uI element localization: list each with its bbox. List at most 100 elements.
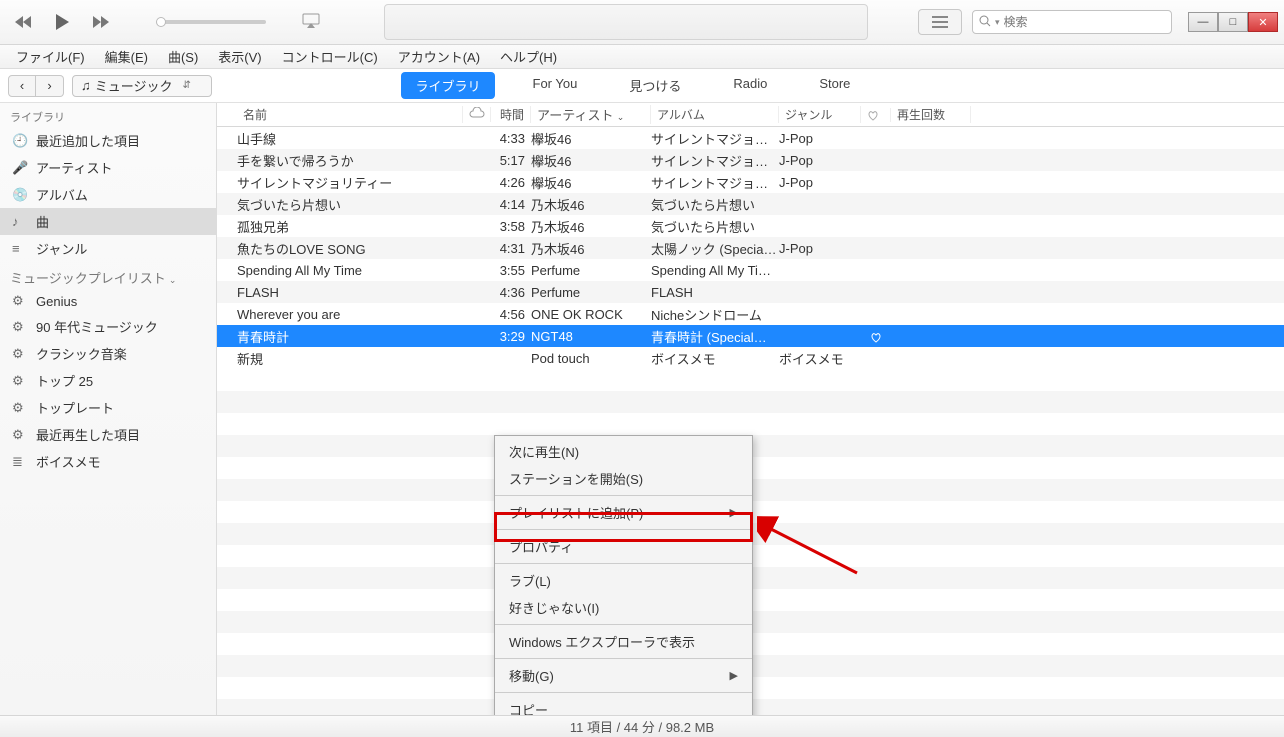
sidebar-header-playlists: ミュージックプレイリスト ⌄ <box>0 262 216 289</box>
ctx-次に再生(N)[interactable]: 次に再生(N) <box>495 438 752 465</box>
ctx-Windows エクスプローラで表示[interactable]: Windows エクスプローラで表示 <box>495 628 752 655</box>
dropdown-caret-icon: ▾ <box>995 17 1000 28</box>
sidebar-header-library: ライブラリ <box>0 103 216 127</box>
now-playing-display <box>384 4 868 40</box>
table-row[interactable]: FLASH4:36PerfumeFLASH <box>217 281 1284 303</box>
table-row[interactable]: サイレントマジョリティー4:26欅坂46サイレントマジョリティ…J-Pop <box>217 171 1284 193</box>
col-artist[interactable]: アーティスト ⌄ <box>531 105 651 124</box>
sidebar-item-曲[interactable]: ♪曲 <box>0 208 216 235</box>
music-icon: ♫ <box>81 78 91 93</box>
sidebar-item-クラシック音楽[interactable]: ⚙クラシック音楽 <box>0 340 216 367</box>
sidebar-item-アルバム[interactable]: 💿アルバム <box>0 181 216 208</box>
menu-ヘルプ(H)[interactable]: ヘルプ(H) <box>492 45 565 68</box>
ctx-移動(G)[interactable]: 移動(G)▶ <box>495 662 752 689</box>
play-controls <box>0 12 334 32</box>
table-row[interactable]: 手を繋いで帰ろうか5:17欅坂46サイレントマジョリティ…J-Pop <box>217 149 1284 171</box>
ctx-プレイリストに追加(P)[interactable]: プレイリストに追加(P)▶ <box>495 499 752 526</box>
prev-button[interactable] <box>14 12 34 32</box>
table-row[interactable]: 新規Pod touchボイスメモボイスメモ <box>217 347 1284 369</box>
tab-見つける[interactable]: 見つける <box>615 72 695 99</box>
menu-表示(V)[interactable]: 表示(V) <box>210 45 269 68</box>
list-icon: ≣ <box>12 454 28 470</box>
sidebar-item-最近追加した項目[interactable]: 🕘最近追加した項目 <box>0 127 216 154</box>
table-row[interactable]: 山手線4:33欅坂46サイレントマジョリティ…J-Pop <box>217 127 1284 149</box>
empty-row <box>217 369 1284 391</box>
menu-編集(E)[interactable]: 編集(E) <box>97 45 156 68</box>
table-row[interactable]: Spending All My Time3:55PerfumeSpending … <box>217 259 1284 281</box>
tab-ライブラリ[interactable]: ライブラリ <box>401 72 494 99</box>
note-icon: ♪ <box>12 214 28 229</box>
chevron-down-icon: ⌄ <box>169 275 177 285</box>
window-buttons: — □ ✕ <box>1188 12 1278 32</box>
menu-separator <box>495 529 752 530</box>
sidebar-item-ジャンル[interactable]: ≡ジャンル <box>0 235 216 262</box>
context-menu: 次に再生(N)ステーションを開始(S) プレイリストに追加(P)▶ プロパティラブ(… <box>494 435 753 715</box>
menu-separator <box>495 624 752 625</box>
gear-icon: ⚙ <box>12 373 28 389</box>
col-cloud[interactable] <box>463 107 491 122</box>
menu-コントロール(C)[interactable]: コントロール(C) <box>274 45 386 68</box>
sidebar: ライブラリ 🕘最近追加した項目🎤アーティスト💿アルバム♪曲≡ジャンル ミュージッ… <box>0 103 217 715</box>
search-input[interactable] <box>1004 15 1165 29</box>
table-row[interactable]: 孤独兄弟3:58乃木坂46気づいたら片想い <box>217 215 1284 237</box>
volume-slider[interactable] <box>156 20 266 24</box>
ctx-好きじゃない(I)[interactable]: 好きじゃない(I) <box>495 594 752 621</box>
col-name[interactable]: 名前 <box>237 106 463 123</box>
song-rows: 山手線4:33欅坂46サイレントマジョリティ…J-Pop手を繋いで帰ろうか5:1… <box>217 127 1284 369</box>
col-time[interactable]: 時間 <box>491 106 531 123</box>
airplay-icon[interactable] <box>302 13 320 32</box>
ctx-コピー[interactable]: コピー <box>495 696 752 715</box>
nav-forward-button[interactable]: › <box>36 75 64 97</box>
chevron-right-icon: ▶ <box>730 669 738 682</box>
col-genre[interactable]: ジャンル <box>779 106 861 123</box>
navigation-row: ‹ › ♫ ミュージック ⇵ ライブラリ For You 見つける Radio Stor… <box>0 69 1284 103</box>
ctx-ラブ(L)[interactable]: ラブ(L) <box>495 567 752 594</box>
close-button[interactable]: ✕ <box>1248 12 1278 32</box>
menu-separator <box>495 495 752 496</box>
maximize-button[interactable]: □ <box>1218 12 1248 32</box>
sidebar-item-Genius[interactable]: ⚙Genius <box>0 289 216 313</box>
menu-separator <box>495 658 752 659</box>
mic-icon: 🎤 <box>12 160 28 176</box>
sidebar-item-トップレート[interactable]: ⚙トップレート <box>0 394 216 421</box>
empty-row <box>217 391 1284 413</box>
gear-icon: ⚙ <box>12 319 28 335</box>
col-plays[interactable]: 再生回数 <box>891 106 971 123</box>
nav-arrows: ‹ › <box>8 75 64 97</box>
table-row[interactable]: 魚たちのLOVE SONG4:31乃木坂46太陽ノック (Special…J-P… <box>217 237 1284 259</box>
table-row[interactable]: Wherever you are4:56ONE OK ROCKNicheシンドロ… <box>217 303 1284 325</box>
chevron-right-icon: ▶ <box>730 506 738 519</box>
ctx-ステーションを開始(S)[interactable]: ステーションを開始(S) <box>495 465 752 492</box>
search-box[interactable]: ▾ <box>972 10 1172 34</box>
minimize-button[interactable]: — <box>1188 12 1218 32</box>
media-type-selector[interactable]: ♫ ミュージック ⇵ <box>72 75 212 97</box>
chevron-updown-icon: ⇵ <box>183 80 191 91</box>
tab-Radio[interactable]: Radio <box>719 72 781 99</box>
play-button[interactable] <box>52 12 72 32</box>
menu-ファイル(F)[interactable]: ファイル(F) <box>8 45 93 68</box>
sidebar-item-90 年代ミュージック[interactable]: ⚙90 年代ミュージック <box>0 313 216 340</box>
ctx-プロパティ[interactable]: プロパティ <box>495 533 752 560</box>
menu-separator <box>495 563 752 564</box>
gear-icon: ⚙ <box>12 400 28 416</box>
nav-back-button[interactable]: ‹ <box>8 75 36 97</box>
list-view-toggle[interactable] <box>918 9 962 35</box>
sidebar-item-ボイスメモ[interactable]: ≣ボイスメモ <box>0 448 216 475</box>
menu-アカウント(A)[interactable]: アカウント(A) <box>390 45 488 68</box>
col-album[interactable]: アルバム <box>651 106 779 123</box>
table-row[interactable]: 青春時計3:29NGT48青春時計 (Special… <box>217 325 1284 347</box>
sidebar-item-アーティスト[interactable]: 🎤アーティスト <box>0 154 216 181</box>
search-icon <box>979 15 991 30</box>
col-love[interactable] <box>861 108 891 122</box>
tab-For You[interactable]: For You <box>519 72 592 99</box>
sidebar-item-トップ 25[interactable]: ⚙トップ 25 <box>0 367 216 394</box>
status-bar: 11 項目 / 44 分 / 98.2 MB <box>0 715 1284 737</box>
media-type-label: ミュージック <box>95 76 173 95</box>
table-row[interactable]: 気づいたら片想い4:14乃木坂46気づいたら片想い <box>217 193 1284 215</box>
table-header: 名前 時間 アーティスト ⌄ アルバム ジャンル 再生回数 <box>217 103 1284 127</box>
gear-icon: ⚙ <box>12 293 28 309</box>
menu-曲(S)[interactable]: 曲(S) <box>160 45 206 68</box>
next-button[interactable] <box>90 12 110 32</box>
sidebar-item-最近再生した項目[interactable]: ⚙最近再生した項目 <box>0 421 216 448</box>
tab-Store[interactable]: Store <box>805 72 864 99</box>
